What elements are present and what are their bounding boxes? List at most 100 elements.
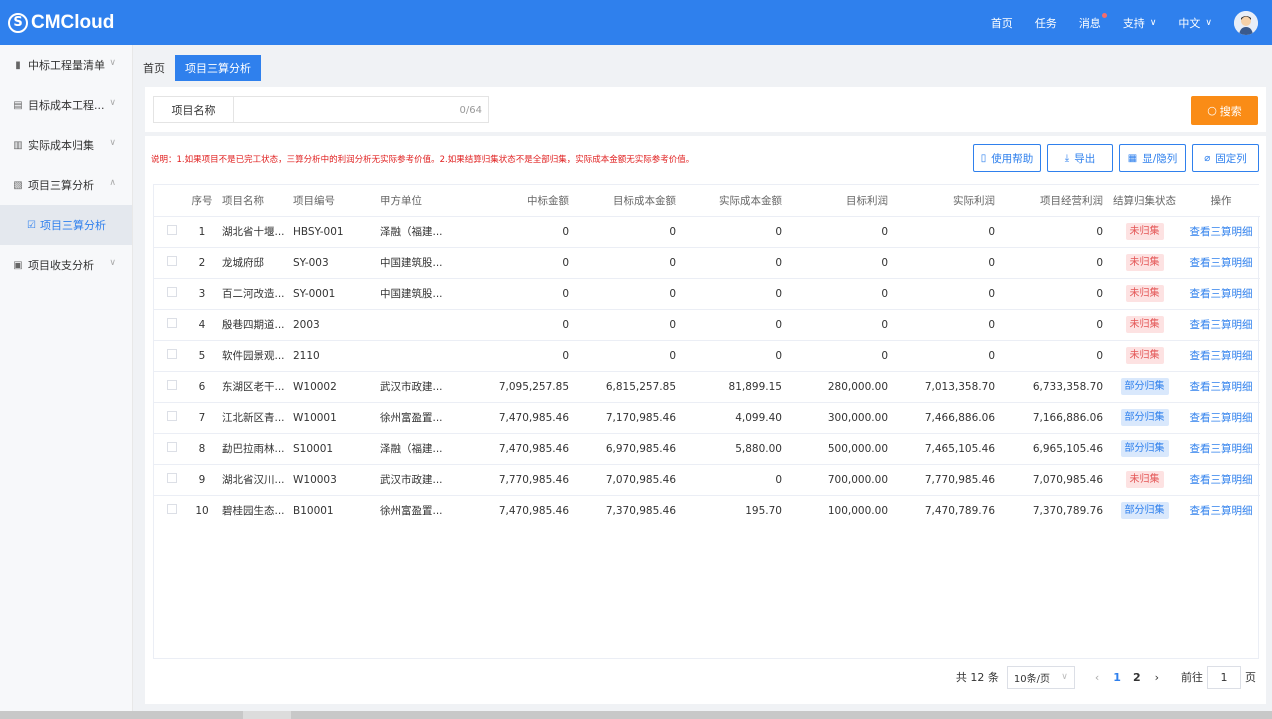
view-detail-link[interactable]: 查看三算明细 [1182,246,1260,278]
user-avatar[interactable] [1234,10,1258,35]
sidebar-item-target-cost[interactable]: ▤ 目标成本工程... ∨ [0,85,132,125]
table-row[interactable]: 2 龙城府邸 SY-003 中国建筑股... 0 0 0 0 0 0 未归集 查看三算明细 [154,246,1260,278]
row-checkbox[interactable] [167,380,177,390]
cell-bid-amount: 7,470,985.46 [480,494,573,526]
view-detail-link[interactable]: 查看三算明细 [1182,401,1260,433]
goto-page-input[interactable]: 1 [1207,665,1241,689]
cell-project-code: S10001 [289,432,376,464]
cell-target-profit: 700,000.00 [786,463,892,495]
nav-tasks-label: 任务 [1034,16,1057,30]
view-detail-link[interactable]: 查看三算明细 [1182,308,1260,340]
tab-three-calc[interactable]: 项目三算分析 [175,55,261,81]
cell-project-code: SY-003 [289,246,376,278]
cell-actual-cost: 0 [680,463,786,495]
prev-page-icon[interactable]: ‹ [1095,671,1099,684]
checklist-icon: ☑ [27,219,36,231]
chevron-down-icon: ∨ [109,138,116,148]
chevron-down-icon: ∨ [109,98,116,108]
table-row[interactable]: 5 软件园景观... 2110 0 0 0 0 0 0 未归集 查看三算明细 [154,339,1260,371]
cell-bid-amount: 7,770,985.46 [480,463,573,495]
cell-operating-profit: 7,166,886.06 [999,401,1107,433]
cell-client [376,339,480,371]
row-select-cell [154,277,190,309]
cell-target-profit: 0 [786,277,892,309]
sidebar-item-label: 中标工程量清单 [28,59,105,72]
row-select-cell [154,308,190,340]
view-detail-link[interactable]: 查看三算明细 [1182,432,1260,464]
view-detail-link[interactable]: 查看三算明细 [1182,494,1260,526]
ledger-icon: ▥ [13,139,23,151]
cell-actual-profit: 0 [892,277,999,309]
view-detail-link[interactable]: 查看三算明细 [1182,277,1260,309]
language-dropdown[interactable]: 中文 ∨ [1178,15,1212,31]
table-row[interactable]: 3 百二河改造... SY-0001 中国建筑股... 0 0 0 0 0 0 未归集 查看三算明细 [154,277,1260,309]
status-badge: 未归集 [1125,347,1164,364]
search-button[interactable]: ○ 搜索 [1191,96,1258,125]
row-select-cell [154,246,190,278]
sidebar-item-income-expense[interactable]: ▣ 项目收支分析 ∨ [0,245,132,285]
view-detail-link[interactable]: 查看三算明细 [1182,215,1260,247]
table-row[interactable]: 10 碧桂园生态... B10001 徐州富盈置... 7,470,985.46 7,37… [154,494,1260,526]
cell-actual-cost: 0 [680,277,786,309]
cell-target-profit: 0 [786,246,892,278]
row-checkbox[interactable] [167,411,177,421]
row-checkbox[interactable] [167,287,177,297]
tab-home[interactable]: 首页 [133,55,175,81]
scrollbar-thumb[interactable] [0,711,243,719]
sidebar-item-actual-cost[interactable]: ▥ 实际成本归集 ∨ [0,125,132,165]
help-button[interactable]: ▯ 使用帮助 [973,144,1041,172]
row-checkbox[interactable] [167,225,177,235]
table-row[interactable]: 9 湖北省汉川... W10003 武汉市政建... 7,770,985.46 7,070… [154,463,1260,495]
page-1[interactable]: 1 [1113,671,1121,684]
cell-project-name: 江北新区青... [214,401,289,433]
table-row[interactable]: 4 殷巷四期道... 2003 0 0 0 0 0 0 未归集 查看三算明细 [154,308,1260,340]
toggle-columns-button[interactable]: ▦ 显/隐列 [1119,144,1186,172]
table-row[interactable]: 6 东湖区老干... W10002 武汉市政建... 7,095,257.85 6,815… [154,370,1260,402]
pin-columns-label: 固定列 [1215,152,1247,165]
cell-project-code: W10002 [289,370,376,402]
notice-text: 说明：1.如果项目不是已完工状态，三算分析中的利润分析无实际参考价值。2.如果结… [151,155,695,165]
export-button[interactable]: ⤓ 导出 [1047,144,1113,172]
pin-columns-button[interactable]: ⌀ 固定列 [1192,144,1259,172]
row-checkbox[interactable] [167,504,177,515]
cell-actual-cost: 0 [680,215,786,247]
table-row[interactable]: 7 江北新区青... W10001 徐州富盈置... 7,470,985.46 7,170… [154,401,1260,433]
nav-home[interactable]: 首页 [991,15,1013,31]
cell-target-cost: 6,970,985.46 [573,432,680,464]
page-tabs: 首页 项目三算分析 [133,55,261,81]
view-detail-link[interactable]: 查看三算明细 [1182,370,1260,402]
sidebar-subitem-three-calc[interactable]: ☑ 项目三算分析 [0,205,132,245]
project-name-input[interactable]: 0/64 [233,96,489,123]
app-logo[interactable]: S CMCloud [8,12,114,34]
search-button-label: 搜索 [1219,104,1242,118]
sidebar-item-bid-bill[interactable]: ▮ 中标工程量清单 ∨ [0,45,132,85]
row-checkbox[interactable] [167,442,177,452]
sidebar-item-three-calc[interactable]: ▧ 项目三算分析 ∧ [0,165,132,205]
nav-tasks[interactable]: 任务 [1035,15,1057,31]
nav-messages[interactable]: 消息 [1079,12,1107,31]
row-checkbox[interactable] [167,473,177,483]
scrollbar-thumb[interactable] [291,711,1272,719]
page-size-value: 10条/页 [1013,673,1050,685]
page-size-select[interactable]: 10条/页 ∨ [1006,665,1075,689]
header-actions: 操作 [1182,185,1260,216]
page-2[interactable]: 2 [1133,671,1141,684]
next-page-icon[interactable]: › [1155,671,1159,684]
language-label: 中文 [1178,16,1201,30]
view-detail-link[interactable]: 查看三算明细 [1182,463,1260,495]
row-checkbox[interactable] [167,349,177,359]
row-checkbox[interactable] [167,318,177,328]
cell-operating-profit: 0 [999,339,1107,371]
table-row[interactable]: 8 勐巴拉雨林... S10001 泽融（福建... 7,470,985.46 6,970… [154,432,1260,464]
cell-index: 1 [190,215,214,247]
cell-operating-profit: 7,370,789.76 [999,494,1107,526]
header-index: 序号 [190,185,214,216]
sidebar-item-label: 项目三算分析 [28,179,94,192]
cell-project-name: 百二河改造... [214,277,289,309]
row-checkbox[interactable] [167,256,177,266]
status-badge: 未归集 [1125,285,1164,302]
horizontal-scrollbar[interactable] [0,711,1272,719]
table-row[interactable]: 1 湖北省十堰... HBSY-001 泽融（福建... 0 0 0 0 0 0 未归集 查看三算明细 [154,215,1260,247]
nav-support-dropdown[interactable]: 支持 ∨ [1123,15,1157,31]
view-detail-link[interactable]: 查看三算明细 [1182,339,1260,371]
